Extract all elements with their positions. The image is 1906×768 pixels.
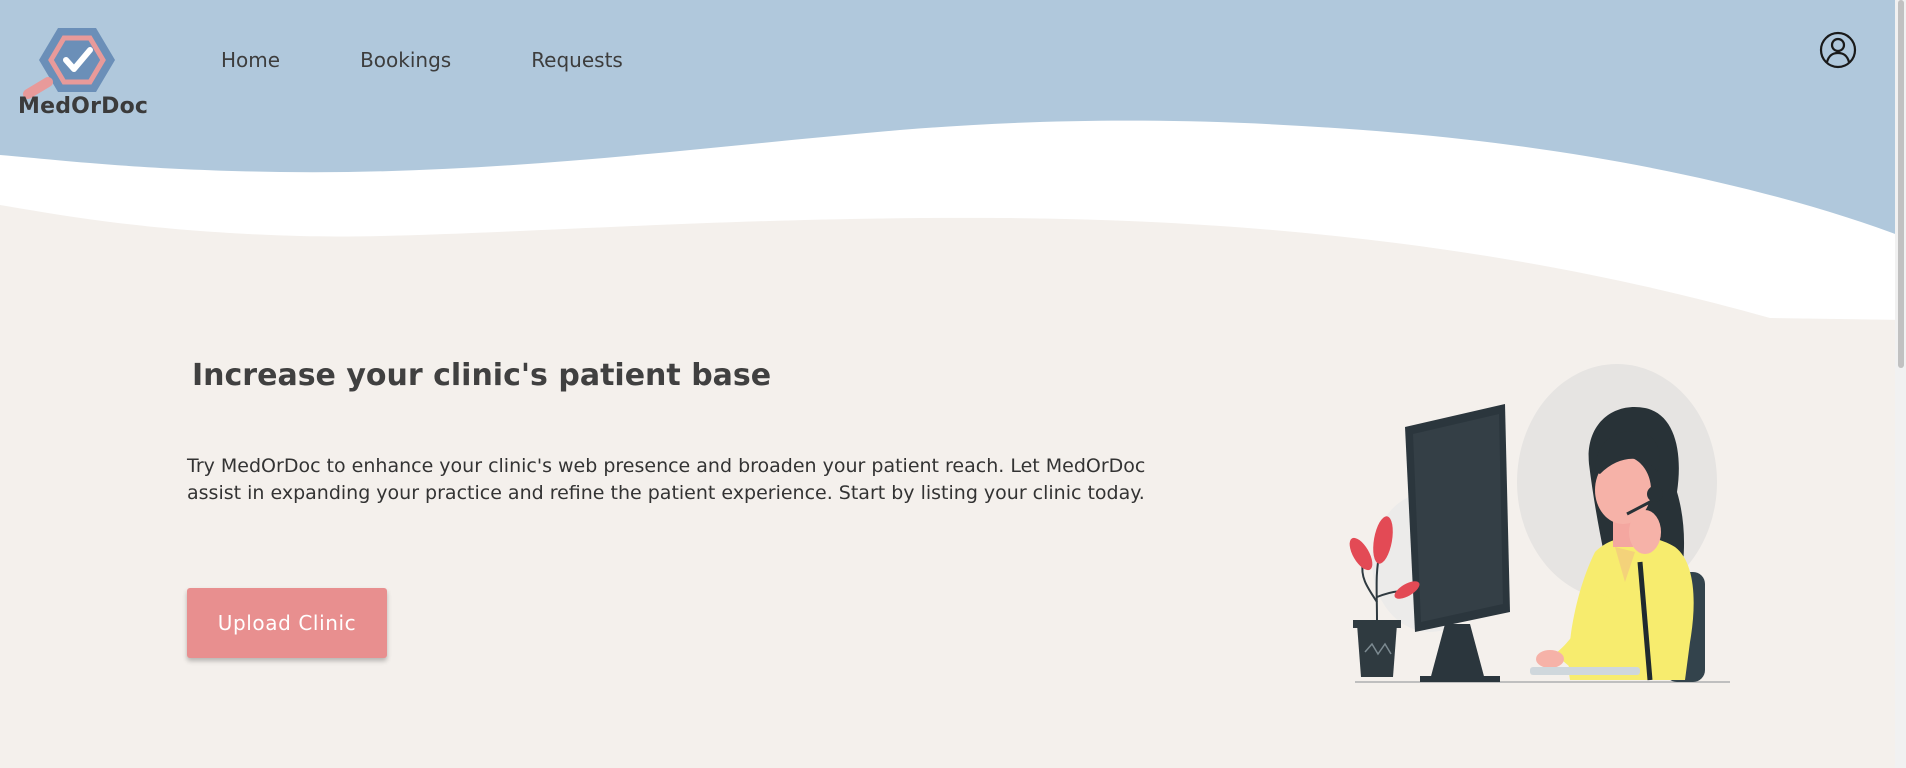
brand-name: MedOrDoc [18, 94, 149, 119]
hero-description: Try MedOrDoc to enhance your clinic's we… [187, 455, 1146, 504]
user-profile-icon [1819, 31, 1857, 69]
nav-item-requests[interactable]: Requests [531, 48, 623, 72]
receptionist-at-computer-illustration [1349, 364, 1730, 683]
main-nav: Home Bookings Requests [221, 48, 703, 72]
nav-item-home[interactable]: Home [221, 48, 280, 72]
page: MedOrDoc Home Bookings Requests Increase… [0, 0, 1906, 768]
hexagon-checkmark-magnifier-icon [23, 28, 115, 99]
brand-logo[interactable]: MedOrDoc [18, 24, 149, 124]
hero-title: Increase your clinic's patient base [192, 358, 772, 393]
nav-item-bookings[interactable]: Bookings [360, 48, 451, 72]
profile-button[interactable] [1818, 30, 1858, 70]
upload-clinic-button[interactable]: Upload Clinic [187, 588, 387, 658]
scrollbar-thumb[interactable] [1898, 0, 1904, 368]
